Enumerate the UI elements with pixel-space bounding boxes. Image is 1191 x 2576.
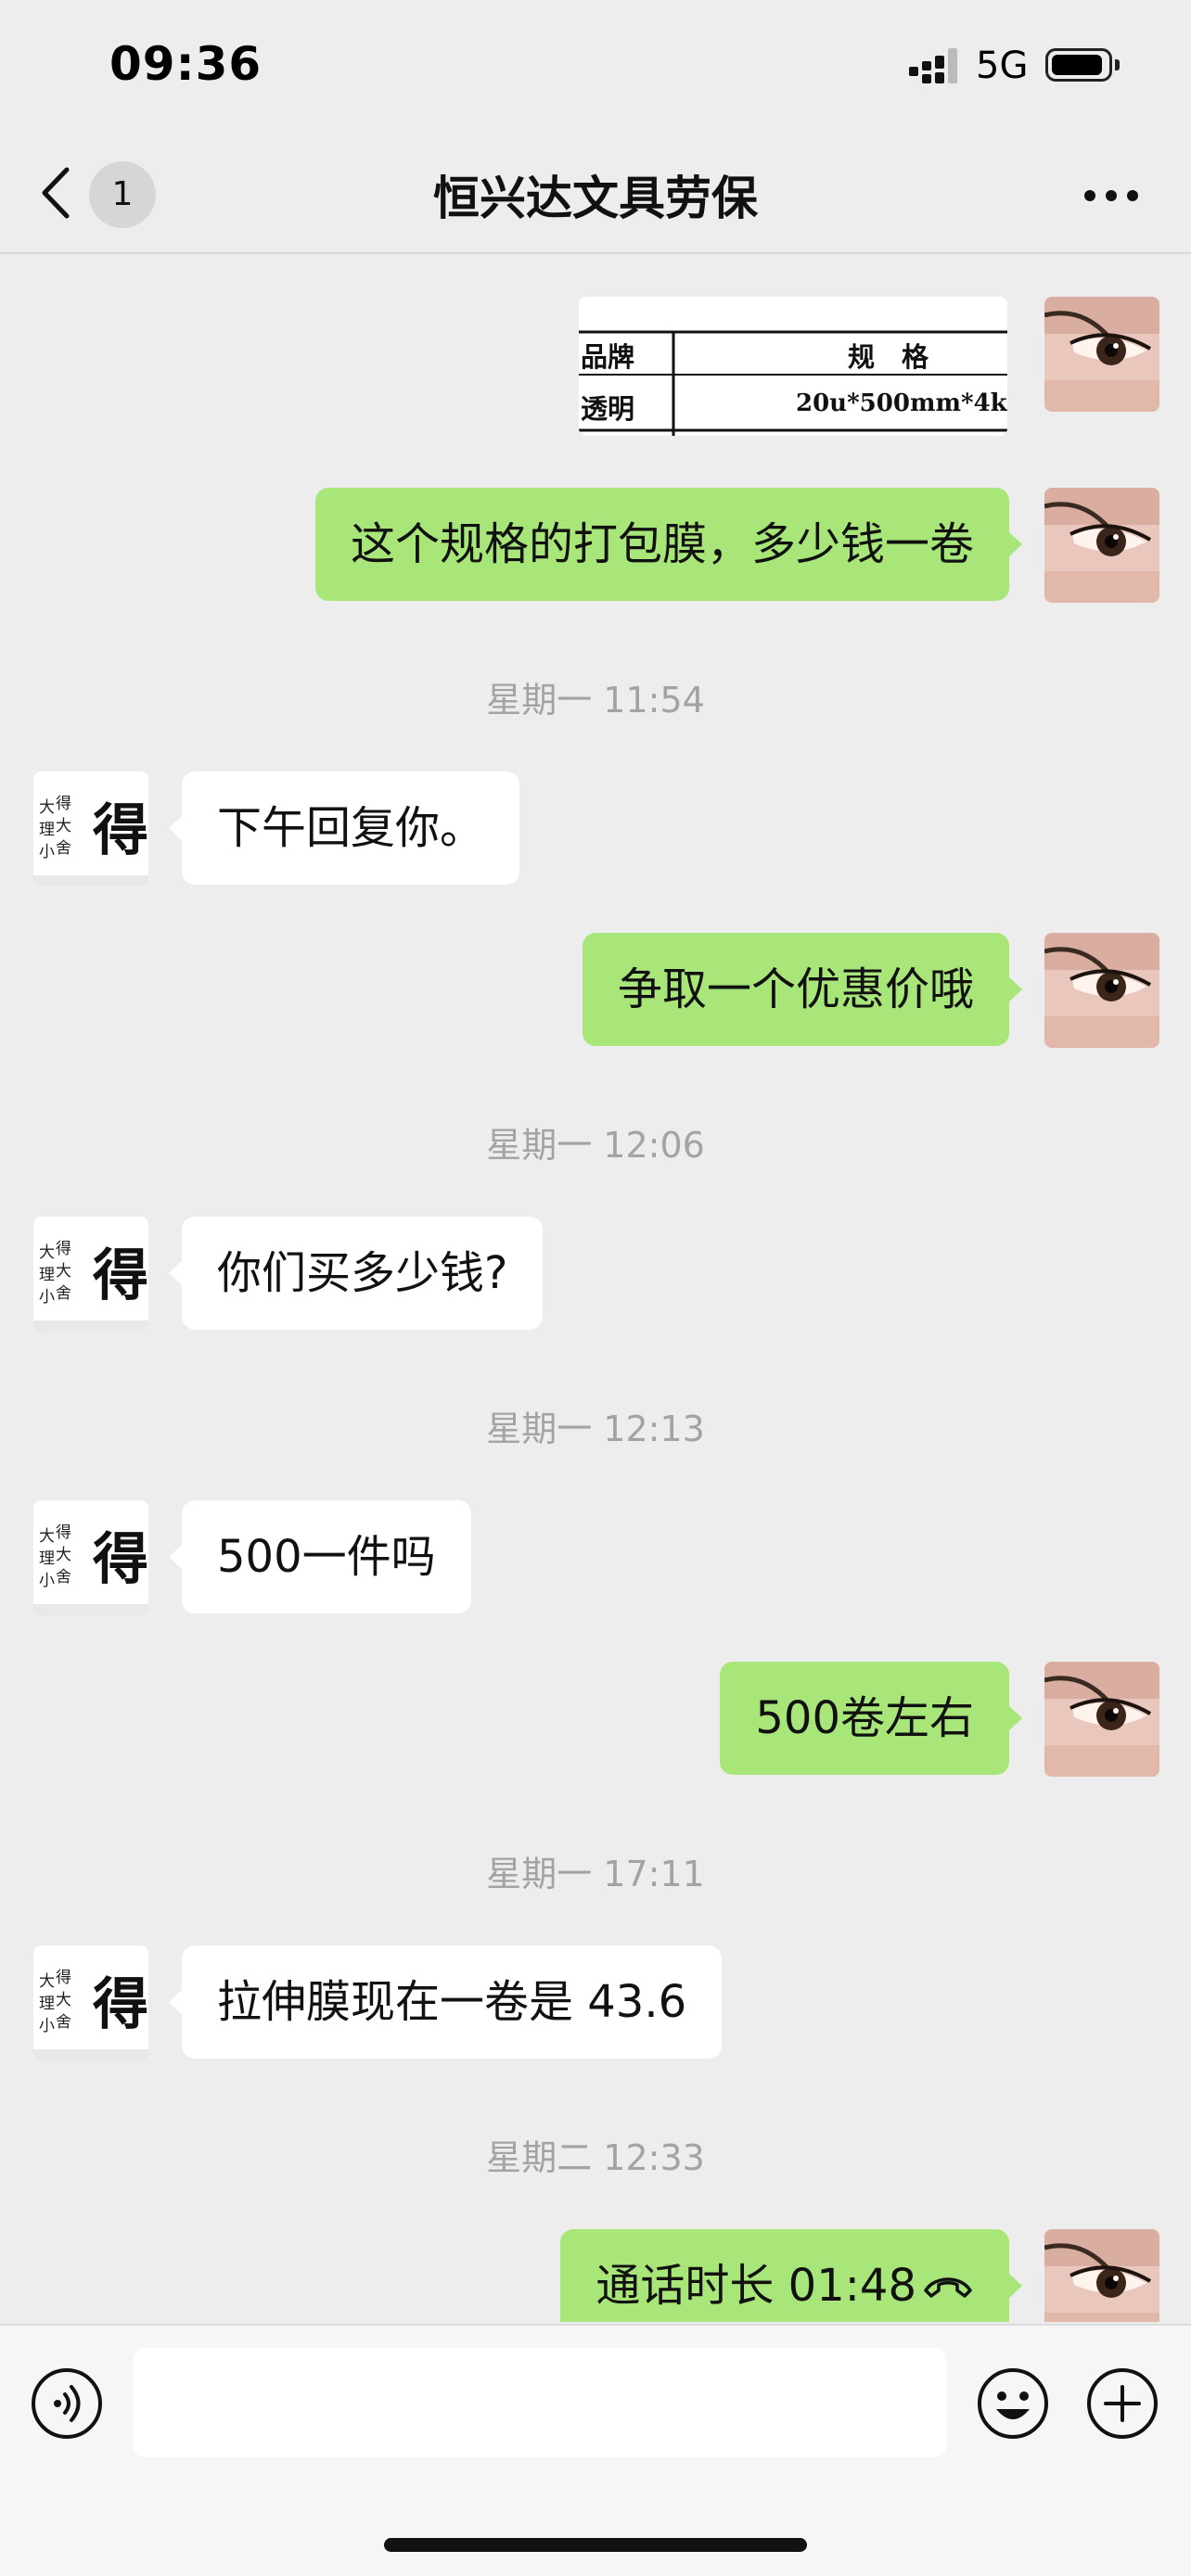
my-avatar[interactable] [1044, 488, 1159, 603]
my-message-bubble[interactable]: 500卷左右 [720, 1662, 1022, 1775]
my-message-bubble[interactable]: 这个规格的打包膜，多少钱一卷 [314, 488, 1023, 601]
call-record-bubble[interactable]: 通话时长 01:48 [560, 2229, 1022, 2322]
battery-icon [1045, 48, 1112, 82]
plus-icon[interactable] [1085, 2366, 1159, 2441]
their-message-bubble[interactable]: 下午回复你。 [168, 772, 520, 885]
their-message-bubble[interactable]: 500一件吗 [169, 1500, 471, 1613]
emoji-icon[interactable] [976, 2366, 1050, 2441]
back-chevron-icon[interactable] [37, 164, 74, 222]
my-avatar[interactable] [1044, 933, 1159, 1048]
status-bar: 09:36 5G [0, 0, 1191, 139]
message-timestamp: 星期一 12:06 [486, 1125, 705, 1166]
home-indicator[interactable] [384, 2538, 807, 2552]
my-avatar[interactable] [1044, 2229, 1159, 2322]
portrait-avatar-image [1044, 933, 1159, 1048]
portrait-avatar-image [1044, 1662, 1159, 1777]
contact-avatar[interactable] [33, 1500, 148, 1615]
contact-avatar[interactable] [33, 1217, 148, 1332]
message-timestamp: 星期二 12:33 [486, 2137, 705, 2178]
message-timestamp: 星期一 12:13 [486, 1409, 705, 1449]
contact-avatar[interactable] [33, 772, 148, 886]
their-message-bubble[interactable]: 拉伸膜现在一卷是 43.6 [168, 1945, 723, 2059]
message-timestamp: 星期一 11:54 [486, 680, 705, 721]
battery-cap [1115, 59, 1120, 70]
my-avatar[interactable] [1044, 297, 1159, 412]
portrait-avatar-image [1044, 297, 1159, 412]
spec-col-brand: 品牌 [581, 341, 635, 373]
unread-count-badge[interactable]: 1 [89, 161, 156, 228]
call-duration-text: 通话时长 01:48 [596, 2260, 916, 2312]
phone-hangup-icon [924, 2277, 972, 2298]
portrait-avatar-image [1044, 488, 1159, 603]
calligraphy-avatar-image [33, 1500, 148, 1615]
my-message-bubble[interactable]: 争取一个优惠价哦 [582, 933, 1023, 1046]
calligraphy-avatar-image [33, 772, 148, 886]
spec-row-size: 20u*500mm*4kg [796, 389, 1007, 417]
calligraphy-avatar-image [33, 1945, 148, 2060]
calligraphy-avatar-image [33, 1217, 148, 1332]
voice-input-icon[interactable] [30, 2366, 104, 2441]
chat-title: 恒兴达文具劳保 [433, 172, 758, 225]
signal-icon [909, 48, 957, 83]
status-time: 09:36 [109, 37, 263, 91]
message-input[interactable] [134, 2348, 946, 2457]
their-message-bubble[interactable]: 你们买多少钱? [168, 1217, 544, 1330]
portrait-avatar-image [1044, 2229, 1159, 2322]
network-type: 5G [976, 45, 1029, 87]
chat-header: 恒兴达文具劳保 1 [0, 139, 1191, 254]
spec-row-color: 透明 [581, 393, 635, 425]
contact-avatar[interactable] [33, 1945, 148, 2060]
my-avatar[interactable] [1044, 1662, 1159, 1777]
spec-col-spec: 规 格 [848, 341, 929, 373]
message-timestamp: 星期一 17:11 [486, 1854, 705, 1894]
message-list[interactable]: 品牌 规 格 透明 20u*500mm*4kg 这个规格的打包膜，多少钱一卷 星… [0, 254, 1191, 2322]
spec-image-message[interactable]: 品牌 规 格 透明 20u*500mm*4kg [579, 297, 1007, 436]
more-dots-icon[interactable] [1083, 189, 1139, 202]
